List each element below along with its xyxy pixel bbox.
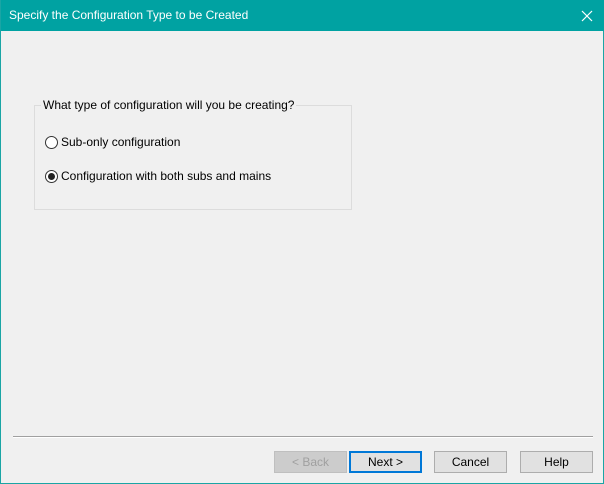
close-icon <box>581 10 593 22</box>
next-button[interactable]: Next > <box>349 451 422 473</box>
radio-selected-dot <box>48 173 55 180</box>
radio-button-unchecked[interactable] <box>45 136 58 149</box>
configuration-type-groupbox: What type of configuration will you be c… <box>34 98 352 210</box>
radio-label-sub-only: Sub-only configuration <box>61 135 181 149</box>
back-button[interactable]: < Back <box>274 451 347 473</box>
close-button[interactable] <box>570 0 604 31</box>
radio-sub-only[interactable]: Sub-only configuration <box>45 135 180 150</box>
radio-label-subs-and-mains: Configuration with both subs and mains <box>61 169 272 183</box>
radio-subs-and-mains[interactable]: Configuration with both subs and mains <box>45 169 271 184</box>
cancel-button[interactable]: Cancel <box>434 451 507 473</box>
configuration-type-dialog: Specify the Configuration Type to be Cre… <box>0 0 604 484</box>
help-button[interactable]: Help <box>520 451 593 473</box>
window-title: Specify the Configuration Type to be Cre… <box>9 8 249 22</box>
group-legend: What type of configuration will you be c… <box>41 98 297 113</box>
button-separator <box>13 436 593 438</box>
title-bar: Specify the Configuration Type to be Cre… <box>1 0 604 31</box>
radio-button-checked[interactable] <box>45 170 58 183</box>
